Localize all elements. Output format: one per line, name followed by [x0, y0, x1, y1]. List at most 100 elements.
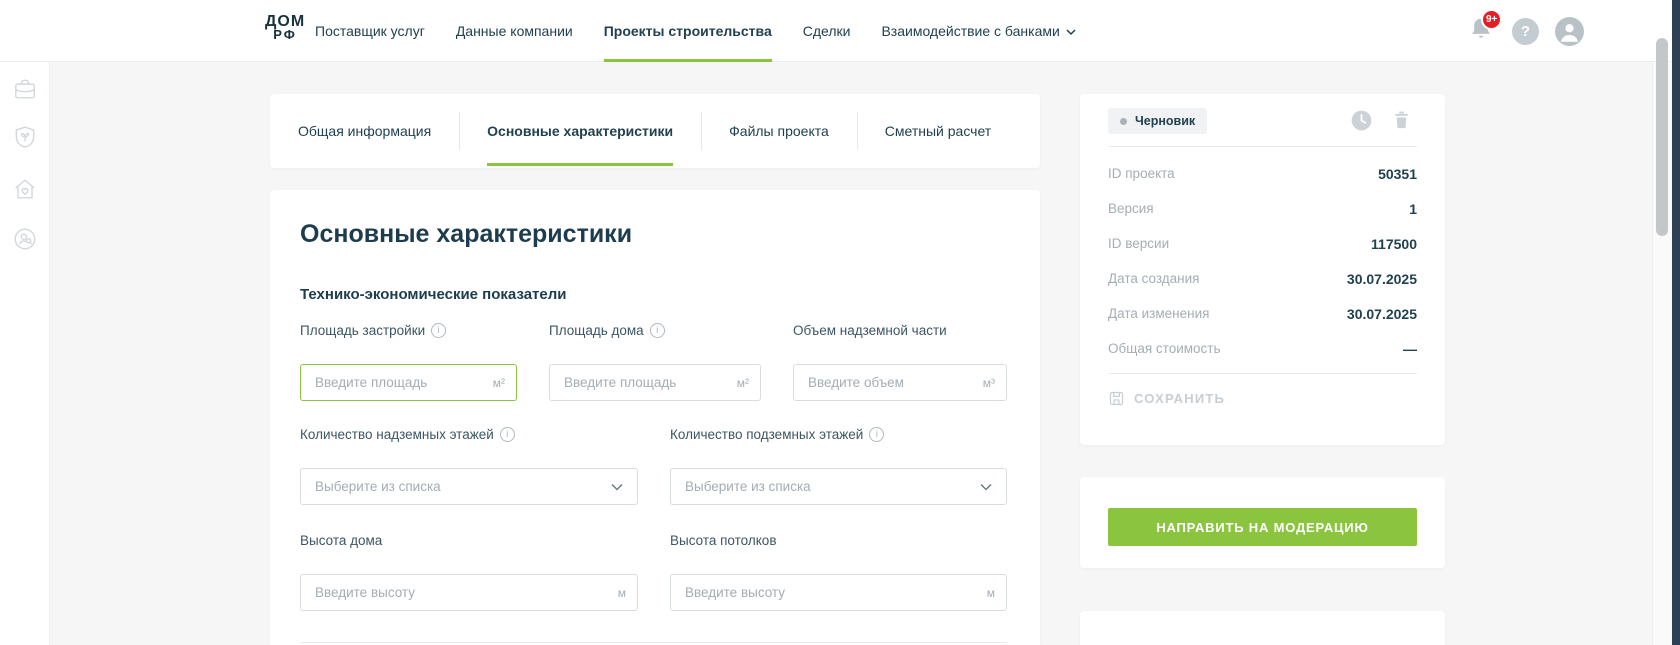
scrollbar-thumb[interactable] — [1656, 38, 1668, 236]
house-height-field: м — [300, 574, 638, 611]
info-row-project-id: ID проекта 50351 — [1108, 156, 1417, 191]
rail-item-person[interactable] — [10, 224, 40, 254]
house-height-input[interactable] — [300, 574, 638, 611]
house-area-input[interactable] — [549, 364, 761, 401]
house-area-field: м² — [549, 364, 761, 401]
label-text: Площадь застройки — [300, 323, 425, 338]
nav-item-construction-projects[interactable]: Проекты строительства — [604, 0, 772, 62]
brand-logo[interactable]: ДОМ РФ — [265, 14, 305, 42]
status-badge: Черновик — [1108, 108, 1207, 134]
chevron-down-icon — [980, 483, 992, 491]
nav-item-deals[interactable]: Сделки — [803, 0, 851, 62]
rail-item-shield[interactable] — [10, 122, 40, 152]
window-edge — [1672, 0, 1680, 645]
tab-label: Сметный расчет — [885, 123, 991, 139]
header-actions: 9+ ? — [1468, 0, 1584, 62]
panel-divider — [1108, 373, 1417, 374]
rail-item-portfolio[interactable] — [10, 74, 40, 104]
notifications-button[interactable]: 9+ — [1468, 16, 1496, 46]
above-volume-input[interactable] — [793, 364, 1007, 401]
tab-label: Общая информация — [298, 123, 431, 139]
history-button[interactable] — [1348, 107, 1374, 133]
left-rail — [0, 62, 50, 645]
info-row-modified-date: Дата изменения 30.07.2025 — [1108, 296, 1417, 331]
nav-label: Данные компании — [456, 23, 573, 39]
info-icon[interactable]: i — [650, 323, 665, 338]
info-label: Версия — [1108, 201, 1154, 216]
field-label-above-volume: Объем надземной части — [793, 323, 947, 338]
section-divider — [300, 642, 1007, 643]
status-dot-icon — [1120, 118, 1127, 125]
info-label: Дата изменения — [1108, 306, 1209, 321]
field-label-house-height: Высота дома — [300, 533, 382, 548]
page-title: Основные характеристики — [300, 220, 632, 249]
notification-badge: 9+ — [1481, 9, 1502, 30]
tab-general-info[interactable]: Общая информация — [270, 94, 459, 168]
info-value: 30.07.2025 — [1347, 271, 1417, 287]
info-row-version: Версия 1 — [1108, 191, 1417, 226]
info-value: 1 — [1409, 201, 1417, 217]
tabs-bar: Общая информация Основные характеристики… — [270, 94, 1040, 168]
user-icon — [1555, 17, 1584, 46]
profile-avatar-button[interactable] — [1555, 17, 1584, 46]
label-text: Высота дома — [300, 533, 382, 548]
info-row-version-id: ID версии 117500 — [1108, 226, 1417, 261]
field-label-floors-above: Количество надземных этажей i — [300, 427, 515, 442]
ceiling-height-field: м — [670, 574, 1007, 611]
field-label-house-area: Площадь дома i — [549, 323, 665, 338]
info-value: 50351 — [1378, 166, 1417, 182]
floors-below-select[interactable]: Выберите из списка — [670, 468, 1007, 505]
info-icon[interactable]: i — [431, 323, 446, 338]
rail-item-house[interactable] — [10, 174, 40, 204]
main-nav: Поставщик услуг Данные компании Проекты … — [315, 0, 1076, 62]
info-row-created-date: Дата создания 30.07.2025 — [1108, 261, 1417, 296]
select-placeholder: Выберите из списка — [685, 479, 811, 494]
help-button[interactable]: ? — [1512, 18, 1539, 45]
field-label-build-area: Площадь застройки i — [300, 323, 446, 338]
info-label: ID версии — [1108, 236, 1169, 251]
briefcase-icon — [12, 76, 38, 102]
field-label-floors-below: Количество подземных этажей i — [670, 427, 884, 442]
info-icon[interactable]: i — [869, 427, 884, 442]
save-button[interactable]: СОХРАНИТЬ — [1108, 384, 1225, 412]
chevron-down-icon — [611, 483, 623, 491]
info-value: 117500 — [1371, 236, 1417, 252]
save-icon — [1108, 390, 1125, 407]
nav-label: Взаимодействие с банками — [881, 23, 1059, 39]
nav-label: Сделки — [803, 23, 851, 39]
status-label: Черновик — [1135, 114, 1195, 128]
panel-divider — [1108, 146, 1417, 147]
delete-button[interactable] — [1388, 107, 1414, 133]
save-label: СОХРАНИТЬ — [1134, 391, 1225, 406]
submit-moderation-button[interactable]: НАПРАВИТЬ НА МОДЕРАЦИЮ — [1108, 508, 1417, 546]
label-text: Высота потолков — [670, 533, 777, 548]
brand-logo-line2: РФ — [265, 29, 305, 41]
nav-item-company-data[interactable]: Данные компании — [456, 0, 573, 62]
project-info-panel: Черновик ID проекта 50351 Версия 1 ID ве… — [1080, 94, 1445, 445]
clock-icon — [1349, 108, 1374, 133]
trash-icon — [1390, 108, 1413, 132]
info-row-total-cost: Общая стоимость — — [1108, 331, 1417, 366]
label-text: Объем надземной части — [793, 323, 947, 338]
chevron-down-icon — [1066, 29, 1076, 36]
field-label-ceiling-height: Высота потолков — [670, 533, 777, 548]
secondary-panel-card — [1080, 611, 1445, 645]
select-placeholder: Выберите из списка — [315, 479, 441, 494]
label-text: Количество подземных этажей — [670, 427, 863, 442]
tab-project-files[interactable]: Файлы проекта — [701, 94, 857, 168]
info-icon[interactable]: i — [500, 427, 515, 442]
build-area-field: м² — [300, 364, 517, 401]
build-area-input[interactable] — [300, 364, 517, 401]
label-text: Площадь дома — [549, 323, 644, 338]
tab-estimate[interactable]: Сметный расчет — [857, 94, 1019, 168]
nav-item-bank-interaction[interactable]: Взаимодействие с банками — [881, 0, 1075, 62]
info-value: — — [1403, 341, 1417, 357]
app-window: ДОМ РФ Поставщик услуг Данные компании П… — [0, 0, 1680, 645]
info-label: Дата создания — [1108, 271, 1200, 286]
ceiling-height-input[interactable] — [670, 574, 1007, 611]
nav-label: Проекты строительства — [604, 23, 772, 39]
nav-item-service-provider[interactable]: Поставщик услуг — [315, 0, 425, 62]
person-search-icon — [12, 226, 38, 252]
tab-main-characteristics[interactable]: Основные характеристики — [459, 94, 701, 168]
floors-above-select[interactable]: Выберите из списка — [300, 468, 638, 505]
